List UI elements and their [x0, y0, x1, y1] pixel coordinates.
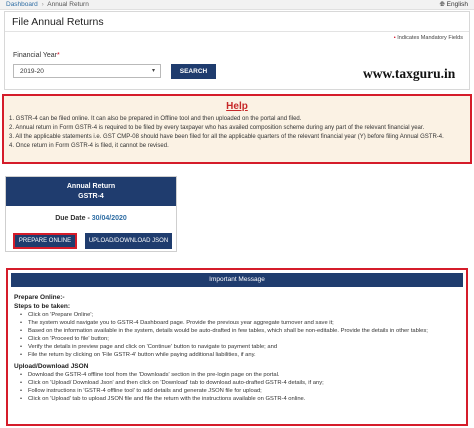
breadcrumb-separator: ›	[41, 1, 44, 8]
mandatory-fields-note: • Indicates Mandatory Fields	[394, 35, 463, 41]
financial-year-label-text: Financial Year	[13, 52, 57, 59]
help-item: 1. GSTR-4 can be filed online. It can al…	[9, 116, 302, 122]
financial-year-select[interactable]: 2019-20 ▾	[13, 64, 161, 78]
help-item: 2. Annual return in Form GSTR-4 is requi…	[9, 125, 425, 131]
financial-year-label: Financial Year*	[13, 52, 60, 59]
card-title: Annual Return	[66, 183, 116, 190]
prepare-online-button[interactable]: PREPARE ONLINE	[13, 233, 77, 249]
help-title: Help	[226, 101, 248, 112]
language-selector[interactable]: 🌐︎ English	[440, 1, 468, 9]
card-form-name: GSTR-4	[78, 193, 104, 200]
important-message-box: Important Message Prepare Online:- Steps…	[6, 268, 468, 426]
due-date-value: 30/04/2020	[91, 215, 127, 222]
list-item: Based on the information available in th…	[14, 327, 461, 335]
panel-divider	[5, 31, 469, 32]
breadcrumb-current: Annual Return	[47, 1, 89, 8]
search-button[interactable]: SEARCH	[171, 64, 216, 79]
annual-return-card-header: Annual Return GSTR-4	[6, 177, 176, 206]
important-message-header: Important Message	[11, 273, 463, 287]
list-item: Click on 'Upload/ Download Json' and the…	[14, 379, 461, 387]
list-item: Click on 'Upload' tab to upload JSON fil…	[14, 395, 461, 403]
list-item: Verify the details in preview page and c…	[14, 343, 461, 351]
annual-returns-panel: File Annual Returns • Indicates Mandator…	[4, 11, 470, 90]
list-item: The system would navigate you to GSTR-4 …	[14, 319, 461, 327]
steps-heading: Steps to be taken:	[14, 303, 70, 310]
list-item: Follow instructions in 'GSTR-4 offline t…	[14, 387, 461, 395]
help-item: 4. Once return in Form GSTR-4 is filed, …	[9, 143, 169, 149]
upload-download-heading: Upload/Download JSON	[14, 363, 89, 370]
prepare-steps-list: Click on 'Prepare Online'; The system wo…	[14, 311, 461, 359]
top-breadcrumb-bar: Dashboard › Annual Return 🌐︎ English	[0, 0, 474, 10]
important-message-body: Prepare Online:- Steps to be taken: Clic…	[14, 293, 461, 403]
watermark-text: www.taxguru.in	[363, 66, 456, 81]
annual-return-card: Annual Return GSTR-4 Due Date - 30/04/20…	[5, 176, 177, 252]
language-label: English	[446, 1, 468, 8]
chevron-down-icon: ▾	[151, 68, 155, 74]
help-box: Help 1. GSTR-4 can be filed online. It c…	[2, 94, 472, 164]
list-item: Download the GSTR-4 offline tool from th…	[14, 371, 461, 379]
mandatory-indicator: •	[393, 35, 396, 41]
list-item: File the return by clicking on 'File GST…	[14, 351, 461, 359]
upload-steps-list: Download the GSTR-4 offline tool from th…	[14, 371, 461, 403]
page-title: File Annual Returns	[12, 16, 104, 28]
list-item: Click on 'Prepare Online';	[14, 311, 461, 319]
financial-year-value: 2019-20	[20, 68, 44, 75]
breadcrumb-dashboard-link[interactable]: Dashboard	[6, 1, 38, 8]
help-item: 3. All the applicable statements i.e. GS…	[9, 134, 444, 140]
due-date-label: Due Date -	[55, 215, 90, 222]
globe-icon: 🌐︎	[439, 1, 445, 8]
prepare-online-heading: Prepare Online:-	[14, 294, 65, 301]
required-star: *	[56, 52, 60, 59]
list-item: Click on 'Proceed to file' button;	[14, 335, 461, 343]
help-list: 1. GSTR-4 can be filed online. It can al…	[9, 115, 466, 151]
mandatory-note-text: Indicates Mandatory Fields	[397, 35, 463, 41]
upload-download-json-button[interactable]: UPLOAD/DOWNLOAD JSON	[85, 233, 172, 249]
breadcrumb: Dashboard › Annual Return	[6, 1, 89, 8]
due-date: Due Date - 30/04/2020	[6, 215, 176, 222]
